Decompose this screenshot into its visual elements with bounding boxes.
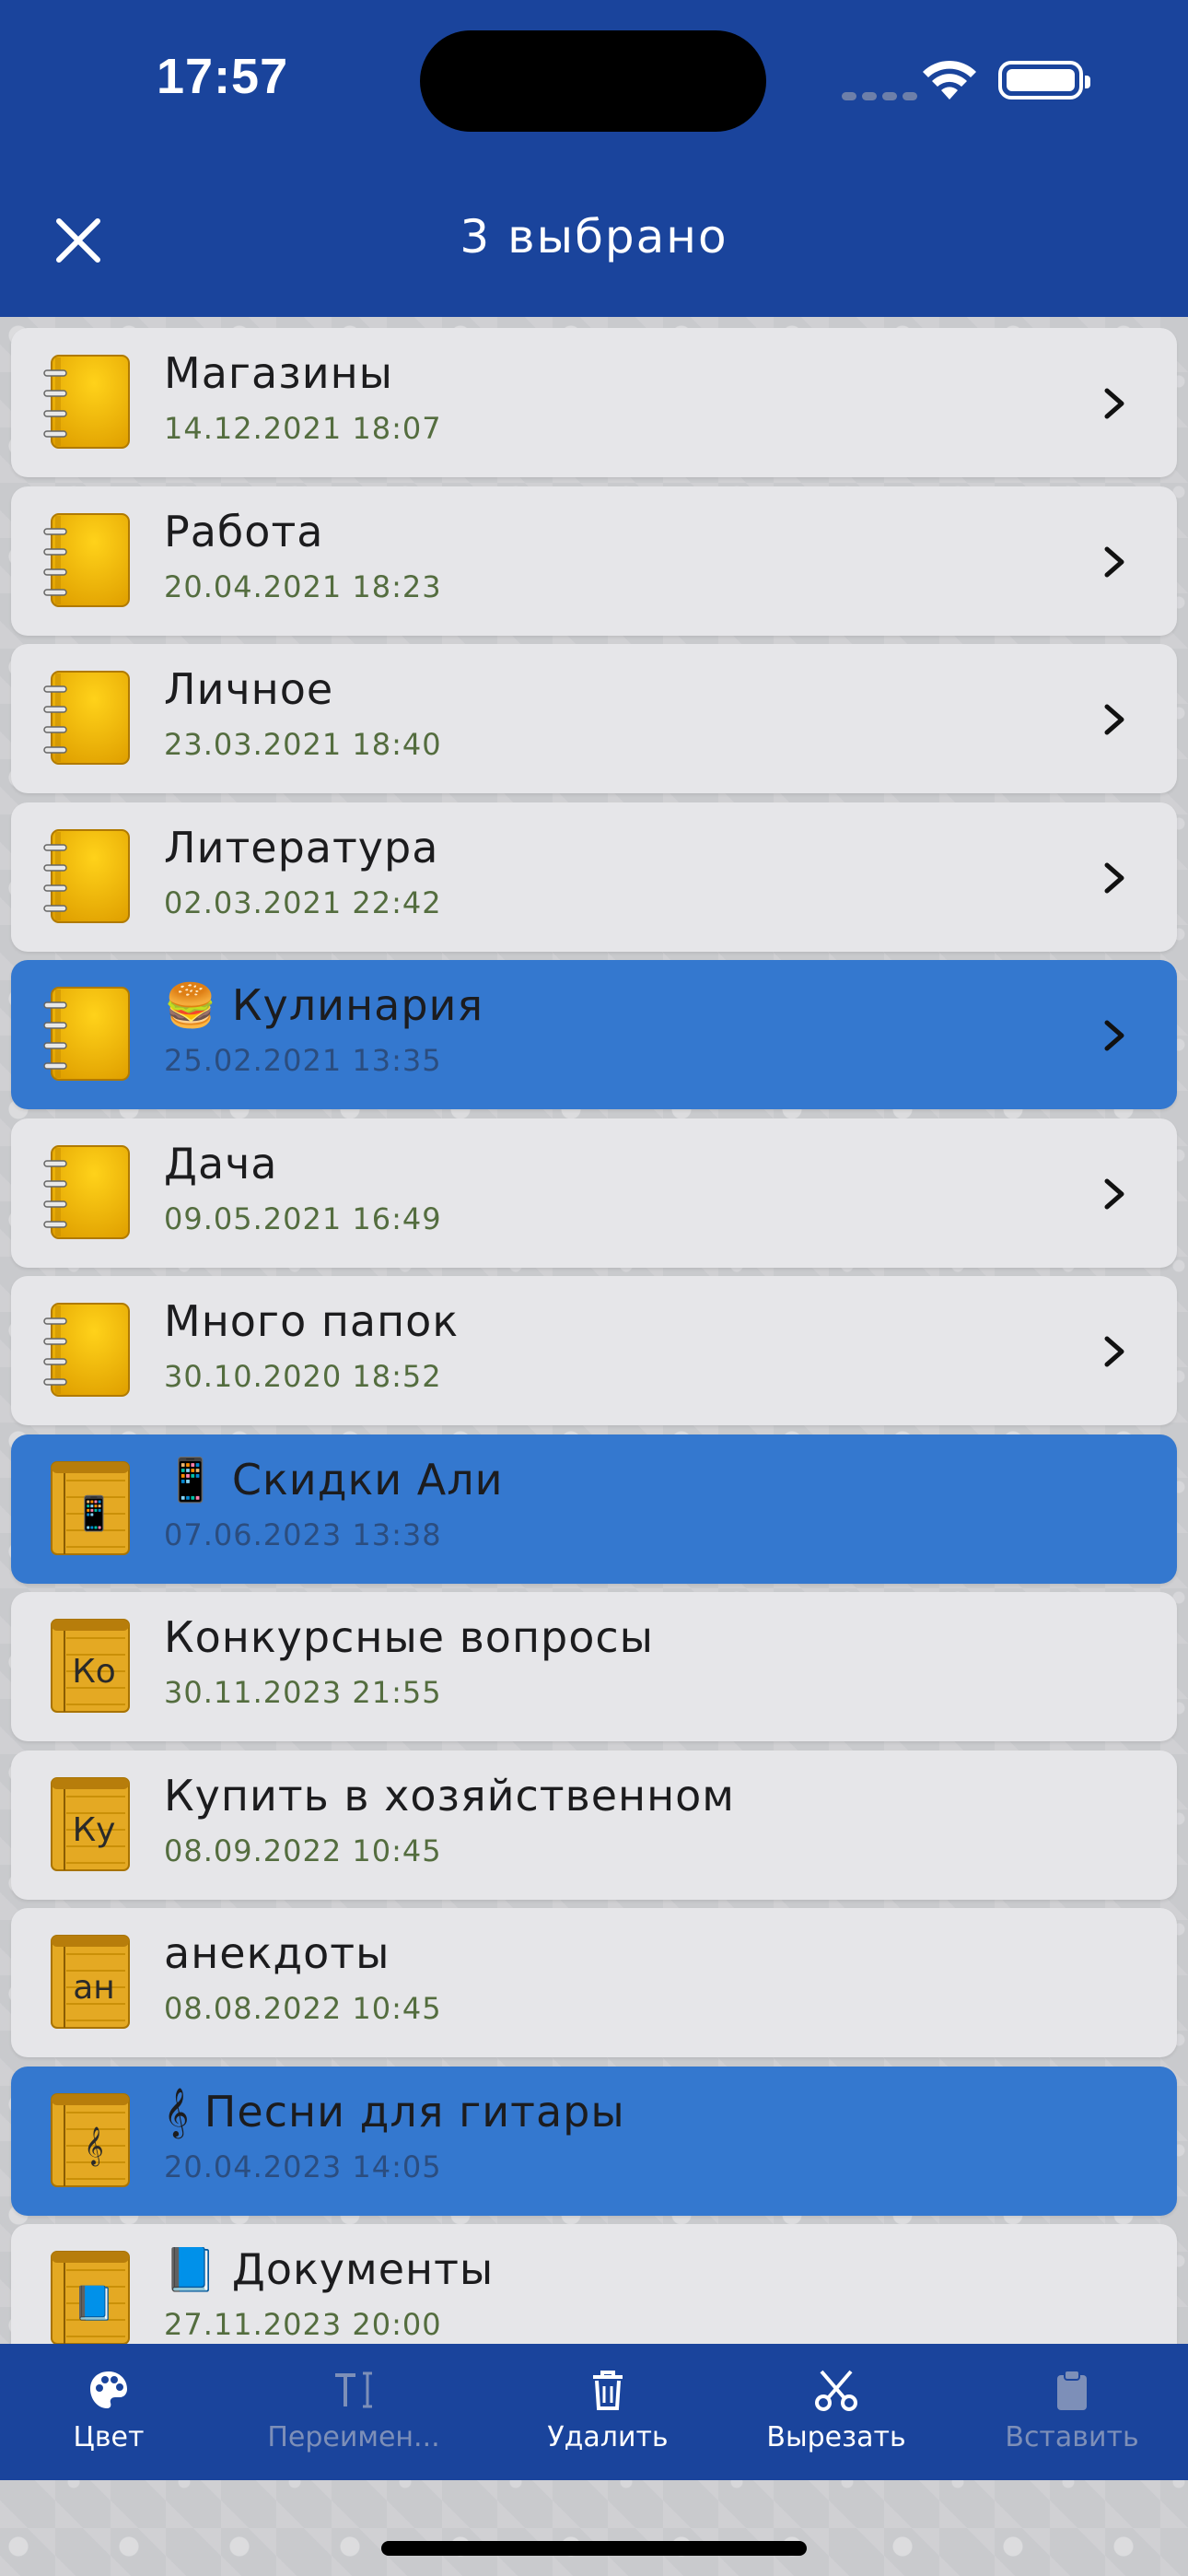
svg-text:ан: ан [73, 1969, 115, 2007]
item-date: 23.03.2021 18:40 [164, 727, 442, 762]
note-document-icon: ан [51, 1935, 130, 2029]
item-date: 07.06.2023 13:38 [164, 1516, 442, 1552]
chevron-right-icon [1104, 1336, 1124, 1367]
list-item[interactable]: Работа 20.04.2021 18:23 [11, 486, 1177, 636]
item-date: 30.11.2023 21:55 [164, 1675, 442, 1710]
color-label: Цвет [73, 2421, 145, 2453]
list-item[interactable]: 📱 📱 Скидки Али 07.06.2023 13:38 [11, 1434, 1177, 1584]
list-item[interactable]: Ко Конкурсные вопросы 30.11.2023 21:55 [11, 1592, 1177, 1741]
list-item[interactable]: ан анекдоты 08.08.2022 10:45 [11, 1908, 1177, 2057]
item-date: 14.12.2021 18:07 [164, 411, 442, 446]
notebook-folder-icon [43, 1303, 130, 1397]
item-name: Конкурсные вопросы [164, 1612, 654, 1662]
note-document-icon: 📱 [51, 1460, 130, 1555]
note-document-icon: Ку [51, 1776, 130, 1871]
chevron-right-icon [1104, 546, 1124, 577]
rename-button[interactable]: Переимен... [262, 2344, 446, 2480]
rename-label: Переимен... [267, 2421, 440, 2453]
item-date: 08.08.2022 10:45 [164, 1991, 442, 2026]
item-date: 25.02.2021 13:35 [164, 1043, 442, 1078]
paste-label: Вставить [1005, 2421, 1139, 2453]
note-document-icon: Ко [51, 1619, 130, 1713]
notebook-folder-icon [43, 828, 130, 923]
item-name: 📱 Скидки Али [164, 1454, 504, 1505]
scissors-icon [815, 2370, 857, 2411]
item-name: Магазины [164, 348, 393, 398]
paste-button[interactable]: Вставить [980, 2344, 1164, 2480]
list-item[interactable]: 𝄞 𝄞 Песни для гитары 20.04.2023 14:05 [11, 2066, 1177, 2216]
notebook-folder-icon [43, 512, 130, 607]
item-date: 30.10.2020 18:52 [164, 1359, 442, 1394]
item-name: Купить в хозяйственном [164, 1770, 735, 1821]
item-name: Много папок [164, 1296, 460, 1346]
item-name: анекдоты [164, 1928, 390, 1978]
wifi-icon [923, 60, 976, 100]
item-name: 📘 Документы [164, 2244, 495, 2294]
item-date: 20.04.2023 14:05 [164, 2149, 442, 2184]
item-date: 27.11.2023 20:00 [164, 2307, 442, 2342]
chevron-right-icon [1104, 704, 1124, 735]
svg-text:📘: 📘 [74, 2285, 115, 2323]
trash-icon [593, 2371, 623, 2410]
cellular-signal-icon [842, 87, 923, 104]
chevron-right-icon [1104, 388, 1124, 419]
notebook-folder-icon [43, 671, 130, 765]
status-time: 17:57 [157, 49, 289, 104]
palette-icon [90, 2371, 127, 2408]
list-item[interactable]: Личное 23.03.2021 18:40 [11, 644, 1177, 793]
list-item[interactable]: Дача 09.05.2021 16:49 [11, 1118, 1177, 1268]
item-date: 20.04.2021 18:23 [164, 568, 442, 604]
item-name: Работа [164, 506, 324, 556]
bottom-toolbar: Цвет Переимен... Удалить Вырезать Встави… [0, 2344, 1188, 2480]
svg-text:Ку: Ку [73, 1811, 116, 1849]
home-indicator [381, 2541, 807, 2556]
chevron-right-icon [1104, 862, 1124, 893]
svg-text:📱: 📱 [74, 1494, 115, 1533]
item-name: Литература [164, 822, 439, 872]
page-title: 3 выбрано [460, 210, 728, 263]
svg-text:𝄞: 𝄞 [84, 2126, 103, 2166]
notebook-folder-icon [43, 987, 130, 1081]
list-item[interactable]: Много папок 30.10.2020 18:52 [11, 1276, 1177, 1425]
clipboard-icon [1057, 2370, 1087, 2410]
item-date: 08.09.2022 10:45 [164, 1832, 442, 1868]
notebook-folder-icon [43, 355, 130, 449]
color-button[interactable]: Цвет [17, 2344, 201, 2480]
dynamic-island [420, 30, 766, 132]
chevron-right-icon [1104, 1020, 1124, 1051]
battery-icon [998, 61, 1090, 100]
list-item[interactable]: 🍔 Кулинария 25.02.2021 13:35 [11, 960, 1177, 1109]
navigation-header: 17:57 3 выбрано [0, 0, 1188, 317]
cut-button[interactable]: Вырезать [744, 2344, 928, 2480]
note-document-icon: 📘 [51, 2251, 130, 2345]
list-item[interactable]: Ку Купить в хозяйственном 08.09.2022 10:45 [11, 1750, 1177, 1900]
cut-label: Вырезать [766, 2421, 906, 2453]
item-name: Личное [164, 664, 334, 714]
note-document-icon: 𝄞 [51, 2092, 130, 2187]
item-name: Дача [164, 1138, 278, 1188]
delete-label: Удалить [547, 2421, 669, 2453]
item-date: 09.05.2021 16:49 [164, 1200, 442, 1236]
chevron-right-icon [1104, 1178, 1124, 1209]
notebook-folder-icon [43, 1144, 130, 1239]
delete-button[interactable]: Удалить [516, 2344, 700, 2480]
text-cursor-icon [335, 2371, 372, 2408]
svg-text:Ко: Ко [72, 1653, 116, 1691]
list-item[interactable]: Магазины 14.12.2021 18:07 [11, 328, 1177, 477]
list-item[interactable]: Литература 02.03.2021 22:42 [11, 802, 1177, 952]
item-date: 02.03.2021 22:42 [164, 884, 442, 920]
item-name: 🍔 Кулинария [164, 980, 484, 1030]
item-name: 𝄞 Песни для гитары [164, 2086, 625, 2137]
